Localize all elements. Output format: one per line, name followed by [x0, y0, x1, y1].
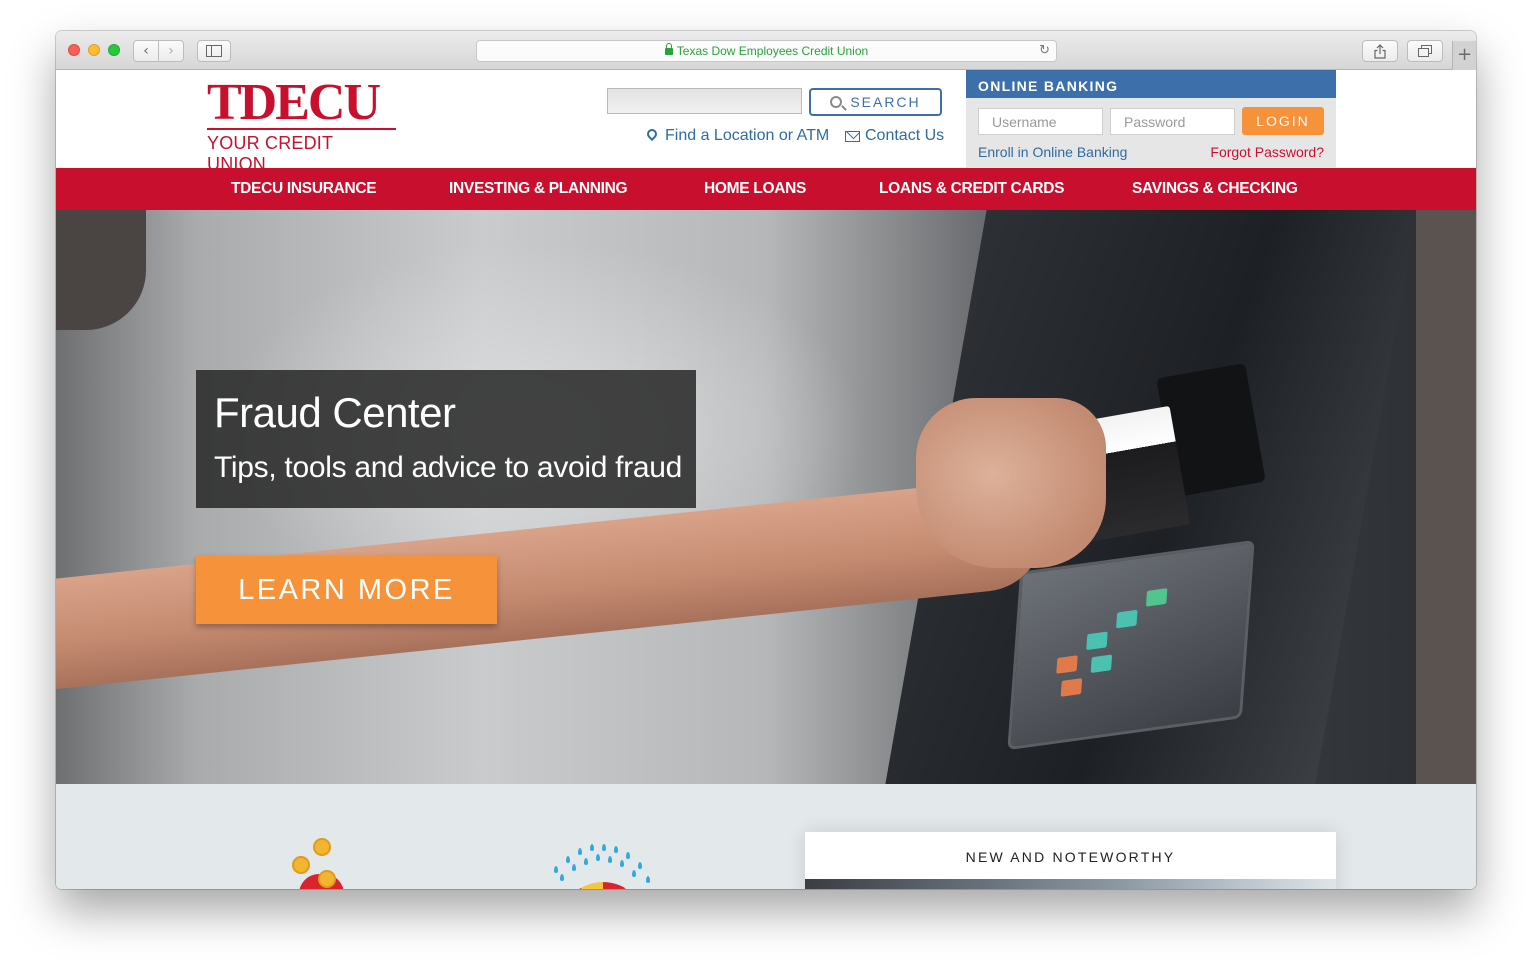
browser-window: ‹ › Texas Dow Employees Credit Union ↻ +…	[56, 31, 1476, 889]
online-banking-title: ONLINE BANKING	[966, 70, 1336, 98]
noteworthy-image	[805, 879, 1336, 889]
new-tab-button[interactable]: +	[1452, 41, 1476, 70]
sidebar-toggle-button[interactable]	[197, 40, 231, 62]
share-button[interactable]	[1362, 40, 1398, 62]
contact-us-link[interactable]: Contact Us	[845, 127, 944, 145]
search-button-label: SEARCH	[850, 94, 921, 110]
coin-icon	[292, 856, 310, 874]
contact-us-label: Contact Us	[865, 127, 945, 144]
chevron-right-icon: ›	[168, 43, 174, 59]
chevron-left-icon: ‹	[143, 43, 149, 59]
nav-item-savings-checking[interactable]: SAVINGS & CHECKING	[1132, 180, 1298, 198]
minimize-window-button[interactable]	[88, 44, 100, 56]
new-and-noteworthy-card[interactable]: NEW AND NOTEWORTHY	[805, 832, 1336, 889]
close-window-button[interactable]	[68, 44, 80, 56]
address-bar[interactable]: Texas Dow Employees Credit Union ↻	[476, 40, 1057, 62]
coin-icon	[313, 838, 331, 856]
forward-button[interactable]: ›	[158, 40, 184, 62]
tabs-icon	[1418, 45, 1432, 57]
forgot-password-link[interactable]: Forgot Password?	[1210, 144, 1324, 160]
hand-image	[916, 398, 1106, 568]
nav-item-investing-planning[interactable]: INVESTING & PLANNING	[449, 180, 628, 198]
back-button[interactable]: ‹	[133, 40, 159, 62]
main-nav: TDECU INSURANCE INVESTING & PLANNING HOM…	[56, 168, 1476, 210]
page-viewport: TDECU YOUR CREDIT UNION SEARCH Find a Lo…	[56, 70, 1476, 889]
new-and-noteworthy-title: NEW AND NOTEWORTHY	[965, 849, 1176, 865]
features-section: NEW AND NOTEWORTHY	[56, 784, 1476, 889]
lock-icon	[664, 43, 673, 55]
hero-banner: Fraud Center Tips, tools and advice to a…	[56, 210, 1476, 784]
atm-side-panel	[1416, 210, 1476, 784]
envelope-icon	[845, 130, 860, 142]
learn-more-button[interactable]: LEARN MORE	[196, 556, 497, 624]
hero-subtitle: Tips, tools and advice to avoid fraud	[214, 451, 683, 484]
hero-title: Fraud Center	[214, 389, 456, 436]
address-text: Texas Dow Employees Credit Union	[676, 44, 869, 58]
find-location-label: Find a Location or ATM	[665, 127, 830, 144]
shirt-sleeve-image	[56, 210, 146, 330]
nav-item-home-loans[interactable]: HOME LOANS	[704, 180, 806, 198]
atm-keypad	[1007, 539, 1255, 751]
site-search-input[interactable]	[607, 88, 802, 114]
show-tabs-button[interactable]	[1407, 40, 1443, 62]
location-pin-icon	[644, 126, 660, 142]
sidebar-icon	[206, 45, 222, 57]
search-button[interactable]: SEARCH	[809, 88, 942, 116]
search-icon	[830, 96, 843, 108]
login-button[interactable]: LOGIN	[1242, 107, 1324, 135]
tdecu-logo[interactable]: TDECU YOUR CREDIT UNION	[207, 74, 397, 175]
find-location-link[interactable]: Find a Location or ATM	[644, 126, 830, 145]
hero-caption-box: Fraud Center Tips, tools and advice to a…	[196, 370, 696, 508]
coin-icon	[318, 870, 336, 888]
nav-item-insurance[interactable]: TDECU INSURANCE	[231, 180, 377, 198]
reload-icon[interactable]: ↻	[1039, 41, 1050, 61]
enroll-online-banking-link[interactable]: Enroll in Online Banking	[978, 144, 1127, 160]
share-icon	[1374, 43, 1386, 59]
browser-titlebar: ‹ › Texas Dow Employees Credit Union ↻ +	[56, 31, 1476, 70]
zoom-window-button[interactable]	[108, 44, 120, 56]
online-banking-panel: ONLINE BANKING Username Password LOGIN E…	[966, 70, 1336, 168]
password-field[interactable]: Password	[1110, 108, 1235, 135]
logo-wordmark: TDECU	[207, 74, 381, 131]
nav-item-loans-credit-cards[interactable]: LOANS & CREDIT CARDS	[879, 180, 1064, 198]
username-field[interactable]: Username	[978, 108, 1103, 135]
